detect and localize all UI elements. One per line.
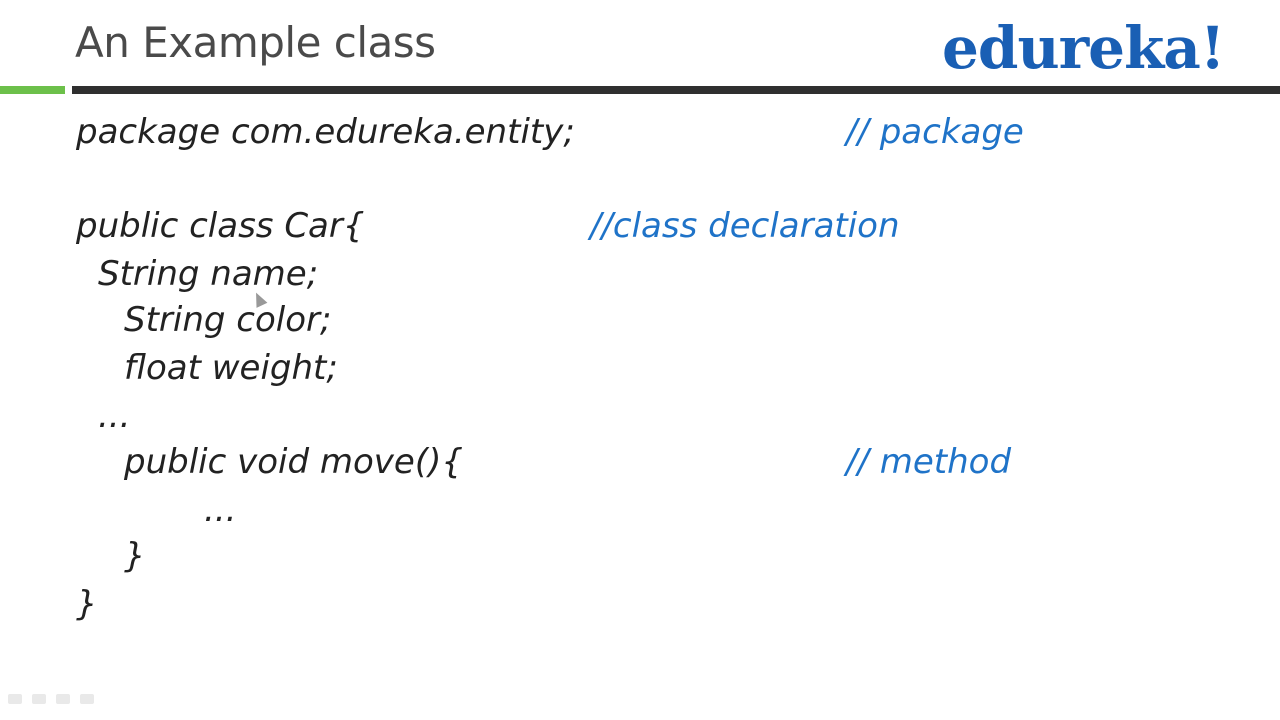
code-ellipsis: ... — [98, 396, 131, 436]
comment-method: // method — [846, 442, 1012, 482]
prev-icon[interactable] — [8, 694, 22, 704]
code-field-name: String name; — [98, 254, 319, 294]
comment-package: // package — [846, 112, 1024, 152]
comment-class-declaration: //class declaration — [590, 206, 900, 246]
next-icon[interactable] — [80, 694, 94, 704]
code-method-body: ... — [204, 490, 237, 530]
title-accent-bar — [0, 86, 65, 94]
code-package-line: package com.edureka.entity; — [76, 112, 575, 152]
code-class-line: public class Car{ — [76, 206, 365, 246]
menu-icon[interactable] — [56, 694, 70, 704]
code-field-color: String color; — [124, 300, 332, 340]
title-divider — [72, 86, 1280, 94]
code-class-close: } — [76, 584, 98, 624]
slide-title: An Example class — [75, 18, 436, 67]
code-field-weight: float weight; — [124, 348, 338, 388]
pen-icon[interactable] — [32, 694, 46, 704]
presentation-controls[interactable] — [8, 694, 94, 704]
edureka-logo: edureka! — [942, 14, 1225, 82]
code-method-close: } — [124, 536, 146, 576]
slide: An Example class edureka! package com.ed… — [0, 0, 1280, 720]
code-method-line: public void move(){ — [124, 442, 463, 482]
